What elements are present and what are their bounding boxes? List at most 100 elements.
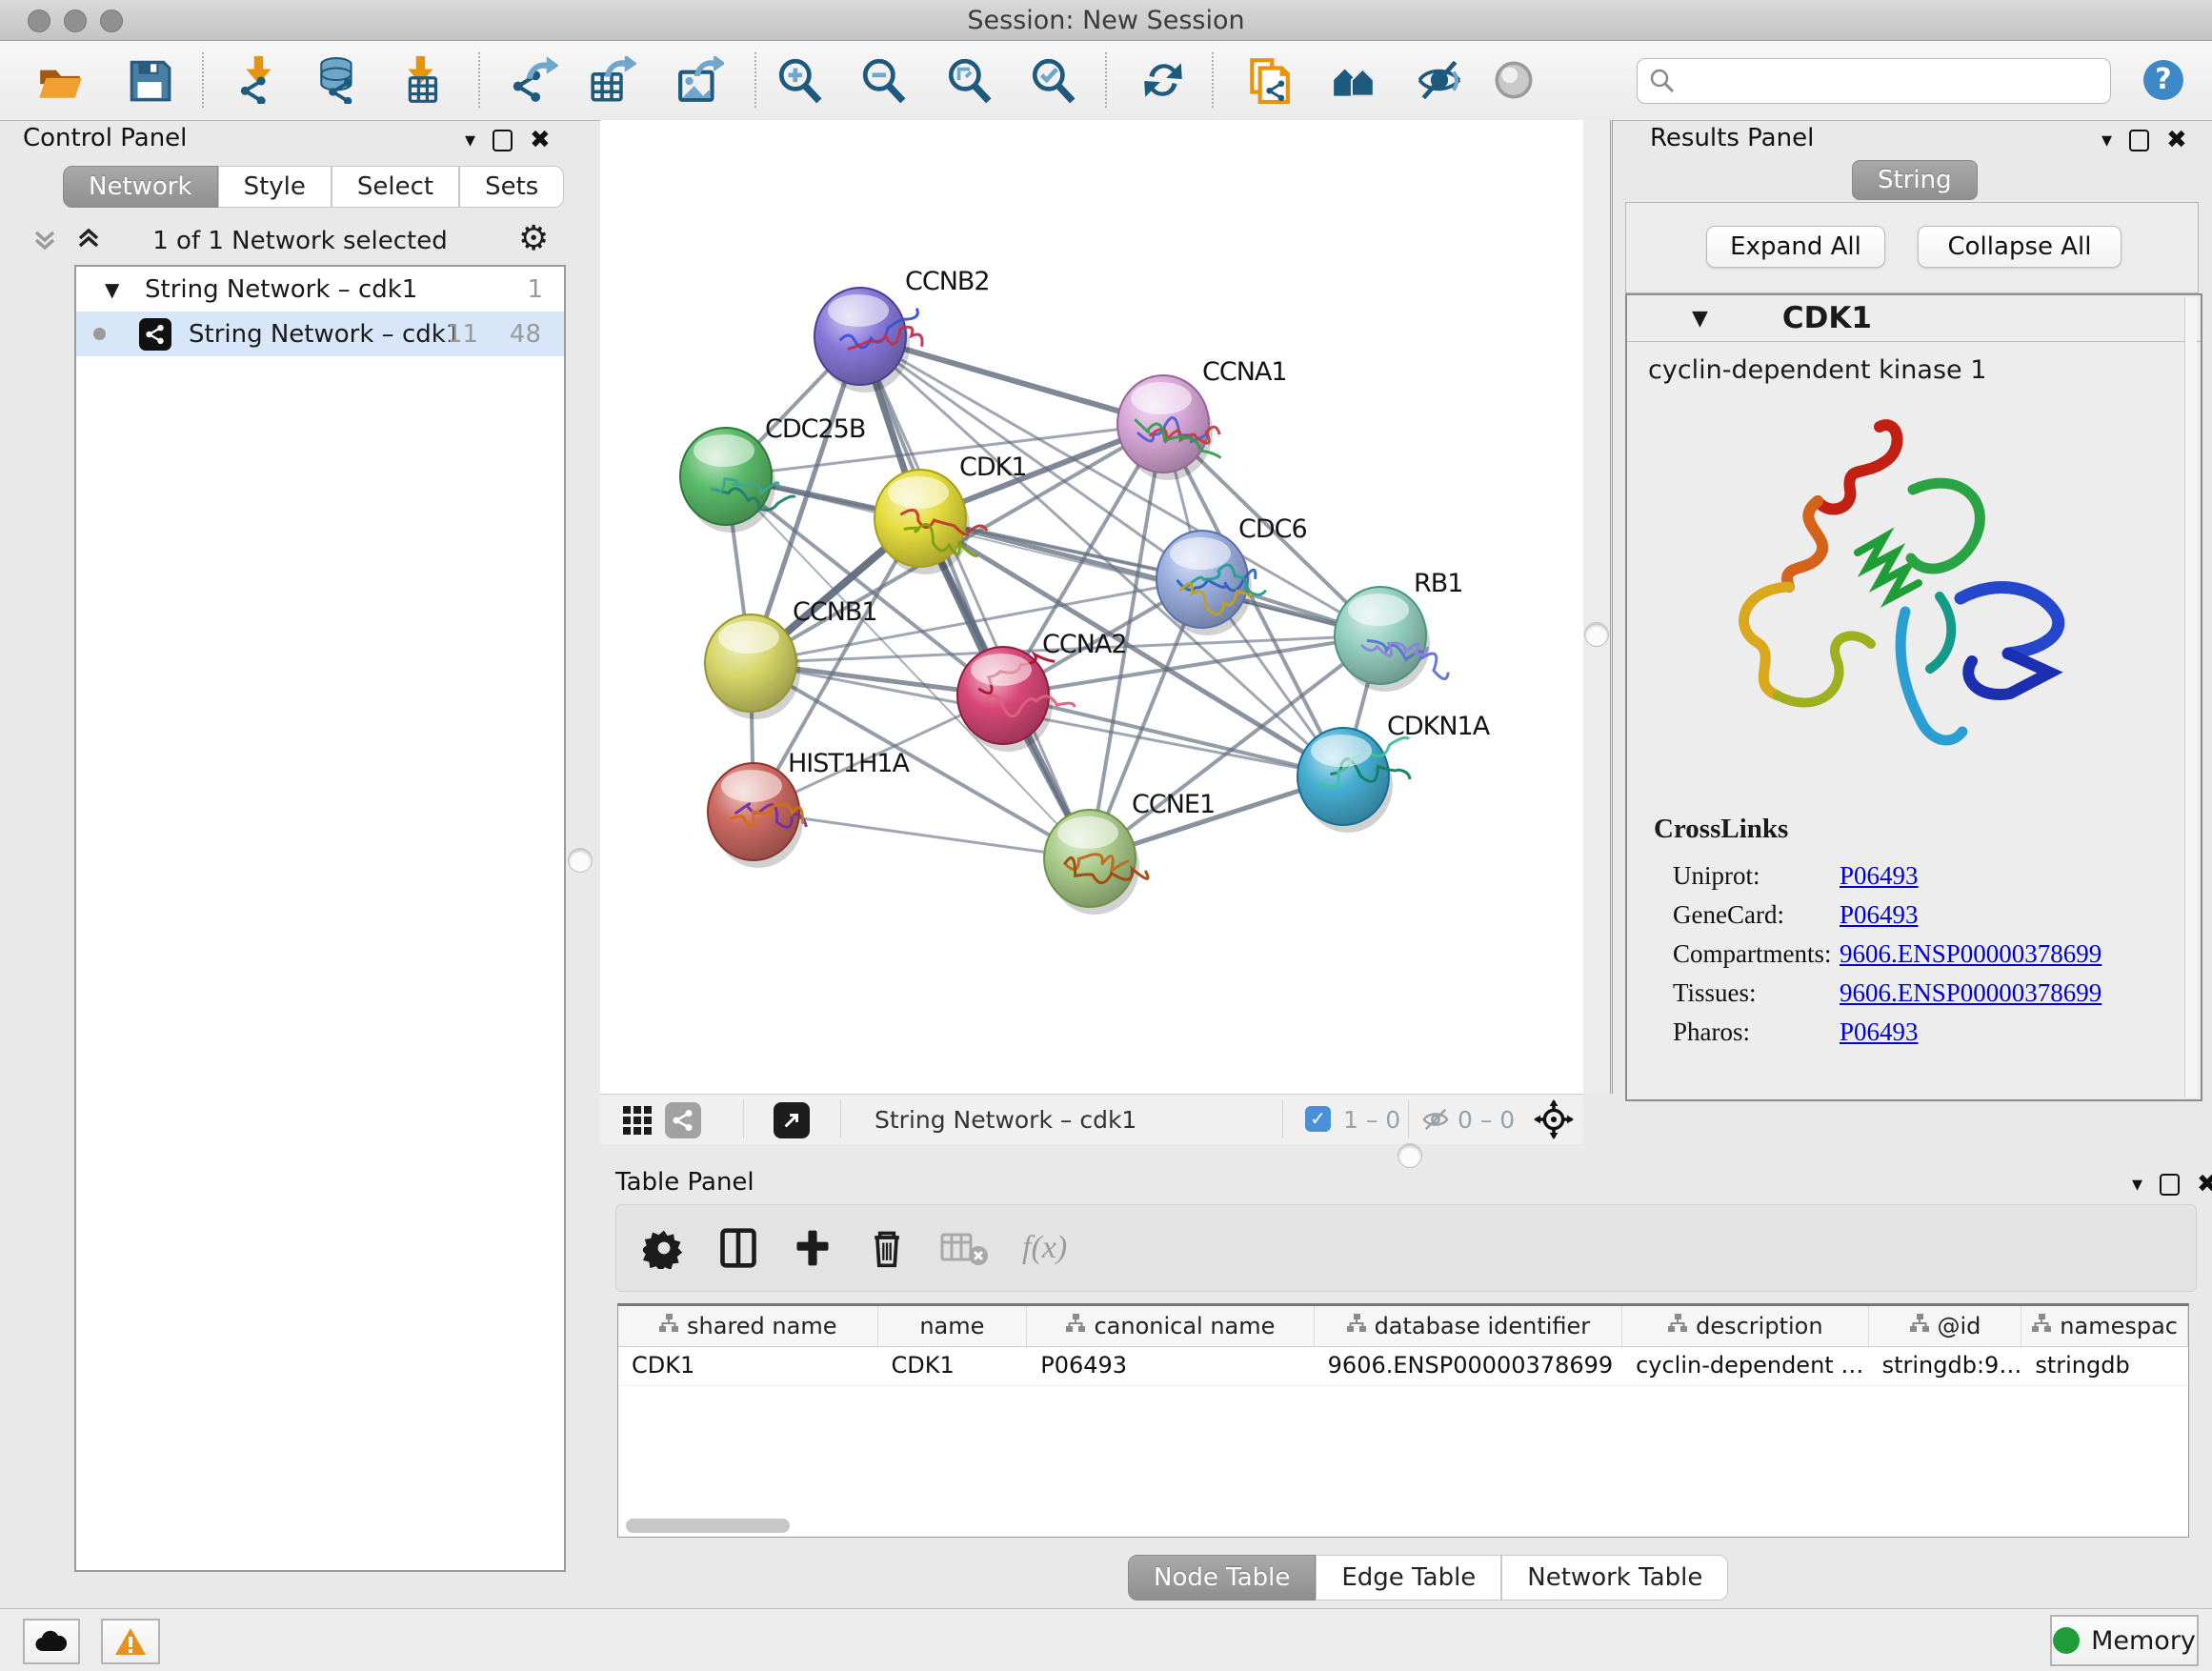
collapse-protein-icon[interactable]: ▼ [1692, 307, 1708, 331]
gear-icon[interactable]: ⚙ [518, 219, 549, 258]
show-all-button[interactable] [1490, 56, 1538, 104]
zoom-in-button[interactable] [775, 56, 823, 104]
column-header[interactable]: database identifier [1315, 1306, 1622, 1346]
hidden-eye-icon[interactable] [1421, 1106, 1450, 1137]
import-table-button[interactable] [398, 56, 446, 104]
birdseye-icon[interactable] [1534, 1099, 1574, 1143]
open-session-button[interactable] [36, 56, 84, 104]
edge-CCNA2-CDKN1A[interactable] [1003, 695, 1343, 776]
cloud-button[interactable] [23, 1619, 80, 1664]
export-network-button[interactable] [511, 56, 558, 104]
gear-icon[interactable] [643, 1227, 685, 1269]
tab-select[interactable]: Select [332, 166, 459, 208]
import-network-button[interactable] [236, 56, 284, 104]
panel-close-icon[interactable]: ✖ [530, 126, 551, 154]
column-header[interactable]: @id [1869, 1306, 2022, 1346]
import-network-database-button[interactable] [314, 56, 362, 104]
save-session-button[interactable] [126, 56, 173, 104]
node-CCNE1[interactable]: CCNE1 [1044, 790, 1215, 915]
protein-description: cyclin-dependent kinase 1 [1627, 342, 2201, 385]
table-cell[interactable]: cyclin-dependent … [1622, 1347, 1869, 1385]
crosslink-link[interactable]: P06493 [1840, 861, 1919, 891]
memory-button[interactable]: Memory [2050, 1615, 2199, 1666]
delete-column-icon[interactable] [866, 1227, 908, 1269]
home-button[interactable] [1330, 56, 1377, 104]
export-image-button[interactable] [676, 56, 724, 104]
refresh-button[interactable] [1139, 56, 1187, 104]
table-cell[interactable]: P06493 [1027, 1347, 1314, 1385]
clear-table-icon[interactable] [940, 1227, 990, 1269]
export-table-button[interactable] [589, 56, 636, 104]
table-cell[interactable]: CDK1 [618, 1347, 878, 1385]
table-cell[interactable]: stringdb:9… [1869, 1347, 2022, 1385]
horizontal-scrollbar[interactable] [626, 1519, 790, 1533]
table-cell[interactable]: stringdb [2021, 1347, 2188, 1385]
column-header[interactable]: shared name [618, 1306, 878, 1346]
search-input[interactable] [1683, 63, 2097, 97]
node-CDC6[interactable]: CDC6 [1156, 514, 1307, 635]
panel-collapse-icon[interactable]: ▾ [2101, 129, 2112, 152]
node-CCNA1[interactable]: CCNA1 [1117, 357, 1287, 480]
open-in-window-icon[interactable] [774, 1102, 810, 1138]
selected-checkbox-icon[interactable]: ✓ [1305, 1106, 1331, 1132]
tab-edge-table[interactable]: Edge Table [1316, 1555, 1501, 1601]
zoom-out-button[interactable] [859, 56, 907, 104]
results-splitter[interactable] [1583, 120, 1613, 1094]
tab-network-table[interactable]: Network Table [1501, 1555, 1728, 1601]
hide-selected-button[interactable] [1416, 56, 1463, 104]
crosslinks-heading: CrossLinks [1654, 814, 1788, 845]
table-tabs: Node Table Edge Table Network Table [1128, 1555, 1728, 1601]
column-header[interactable]: namespac [2021, 1306, 2188, 1346]
add-column-icon[interactable] [792, 1227, 834, 1269]
node-CDKN1A[interactable]: CDKN1A [1297, 712, 1491, 833]
crosslink-link[interactable]: P06493 [1840, 900, 1919, 930]
table-cell[interactable]: 9606.ENSP00000378699 [1315, 1347, 1622, 1385]
network-row-selected[interactable]: String Network – cdk1 11 48 [76, 312, 564, 356]
crosslink-link[interactable]: P06493 [1840, 1017, 1919, 1047]
zoom-fit-button[interactable] [945, 56, 993, 104]
table-cell[interactable]: CDK1 [878, 1347, 1028, 1385]
results-splitter-handle[interactable] [1584, 622, 1609, 647]
tab-style[interactable]: Style [218, 166, 332, 208]
tree-expand-icon[interactable]: ▼ [105, 278, 119, 301]
warnings-button[interactable] [101, 1619, 160, 1664]
column-header[interactable]: canonical name [1027, 1306, 1314, 1346]
panel-collapse-icon[interactable]: ▾ [465, 129, 475, 152]
panel-float-icon[interactable] [2129, 130, 2149, 151]
tab-sets[interactable]: Sets [459, 166, 564, 208]
edge-CCNB2-CCNE1[interactable] [860, 336, 1090, 858]
sidebar-splitter-handle[interactable] [568, 848, 593, 873]
crosslink-link[interactable]: 9606.ENSP00000378699 [1840, 939, 2101, 969]
column-header[interactable]: name [878, 1306, 1028, 1346]
help-icon[interactable]: ? [2143, 60, 2183, 100]
copy-network-button[interactable] [1244, 56, 1292, 104]
network-collection-row[interactable]: ▼ String Network – cdk1 1 [76, 267, 564, 312]
node-RB1[interactable]: RB1 [1335, 569, 1462, 692]
collapse-all-button[interactable]: Collapse All [1918, 226, 2122, 268]
table-header-row: shared namenamecanonical name database id… [618, 1306, 2188, 1347]
expand-all-button[interactable]: Expand All [1706, 226, 1885, 268]
zoom-selected-button[interactable] [1029, 56, 1076, 104]
tab-string[interactable]: String [1852, 160, 1978, 200]
search-field[interactable] [1637, 58, 2111, 104]
tab-node-table[interactable]: Node Table [1128, 1555, 1316, 1601]
network-canvas[interactable]: CCNB2CCNA1CDC25BCDK1CDC6RB1CCNB1CCNA2CDK… [600, 120, 1583, 1094]
tab-network[interactable]: Network [63, 166, 218, 208]
string-badge-icon[interactable] [665, 1102, 701, 1138]
table-row[interactable]: CDK1CDK1P064939606.ENSP00000378699cyclin… [618, 1347, 2188, 1386]
column-label: database identifier [1375, 1313, 1591, 1339]
panel-collapse-icon[interactable]: ▾ [2132, 1173, 2142, 1197]
panel-close-icon[interactable]: ✖ [2166, 126, 2187, 154]
node-HIST1H1A[interactable]: HIST1H1A [708, 749, 911, 868]
grid-view-icon[interactable] [621, 1104, 654, 1140]
function-icon[interactable]: f(x) [1022, 1230, 1067, 1266]
results-scrollbar[interactable] [2184, 297, 2197, 1097]
node-CDK1[interactable]: CDK1 [875, 453, 1027, 574]
crosslink-link[interactable]: 9606.ENSP00000378699 [1840, 978, 2101, 1008]
columns-icon[interactable] [717, 1227, 759, 1269]
panel-float-icon[interactable] [493, 130, 513, 151]
panel-close-icon[interactable]: ✖ [2197, 1170, 2212, 1198]
column-header[interactable]: description [1622, 1306, 1869, 1346]
collection-label: String Network – cdk1 [145, 275, 417, 304]
panel-float-icon[interactable] [2160, 1174, 2180, 1196]
